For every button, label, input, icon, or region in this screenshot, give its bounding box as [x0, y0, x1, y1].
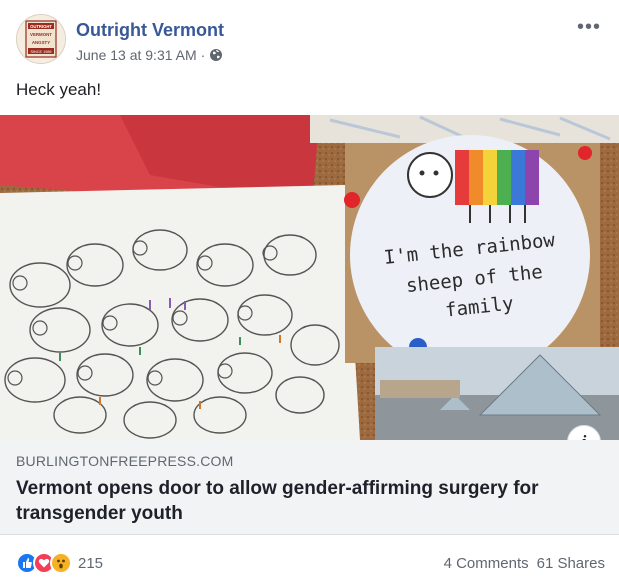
more-options-icon[interactable]: •••: [577, 17, 601, 37]
avatar-line-4: SINCE 1989: [30, 50, 51, 54]
link-headline[interactable]: Vermont opens door to allow gender-affir…: [16, 476, 596, 526]
page-avatar[interactable]: OUTRIGHT VERMONT ANGSTY SINCE 1989: [16, 14, 66, 64]
collage-illustration: I'm the rainbow sheep of the family: [0, 115, 619, 440]
post-message: Heck yeah!: [16, 80, 102, 99]
facebook-post: OUTRIGHT VERMONT ANGSTY SINCE 1989 Outri…: [0, 0, 619, 585]
post-footer: 215 4 Comments 61 Shares: [16, 548, 605, 578]
page-logo: OUTRIGHT VERMONT ANGSTY SINCE 1989: [17, 15, 65, 63]
page-name-link[interactable]: Outright Vermont: [76, 20, 224, 41]
comments-count-link[interactable]: 4 Comments: [444, 555, 529, 572]
link-preview-card[interactable]: I'm the rainbow sheep of the family i BU…: [0, 115, 619, 535]
globe-icon[interactable]: [209, 48, 223, 62]
link-preview-image[interactable]: I'm the rainbow sheep of the family: [0, 115, 619, 440]
wow-icon: [50, 552, 72, 574]
link-domain: BURLINGTONFREEPRESS.COM: [16, 453, 234, 469]
meta-separator: ·: [200, 47, 206, 63]
avatar-line-1: OUTRIGHT: [30, 24, 52, 29]
post-meta: June 13 at 9:31 AM ·: [76, 47, 223, 63]
reaction-count[interactable]: 215: [78, 555, 103, 572]
post-timestamp[interactable]: June 13 at 9:31 AM: [76, 47, 197, 63]
link-caption[interactable]: BURLINGTONFREEPRESS.COM Vermont opens do…: [0, 440, 619, 535]
avatar-line-3: ANGSTY: [32, 40, 50, 45]
engagement-stats: 4 Comments 61 Shares: [444, 555, 605, 572]
avatar-line-2: VERMONT: [30, 32, 52, 37]
shares-count-link[interactable]: 61 Shares: [537, 555, 605, 572]
post-header: OUTRIGHT VERMONT ANGSTY SINCE 1989 Outri…: [16, 14, 609, 64]
reactions-summary[interactable]: 215: [16, 552, 103, 574]
